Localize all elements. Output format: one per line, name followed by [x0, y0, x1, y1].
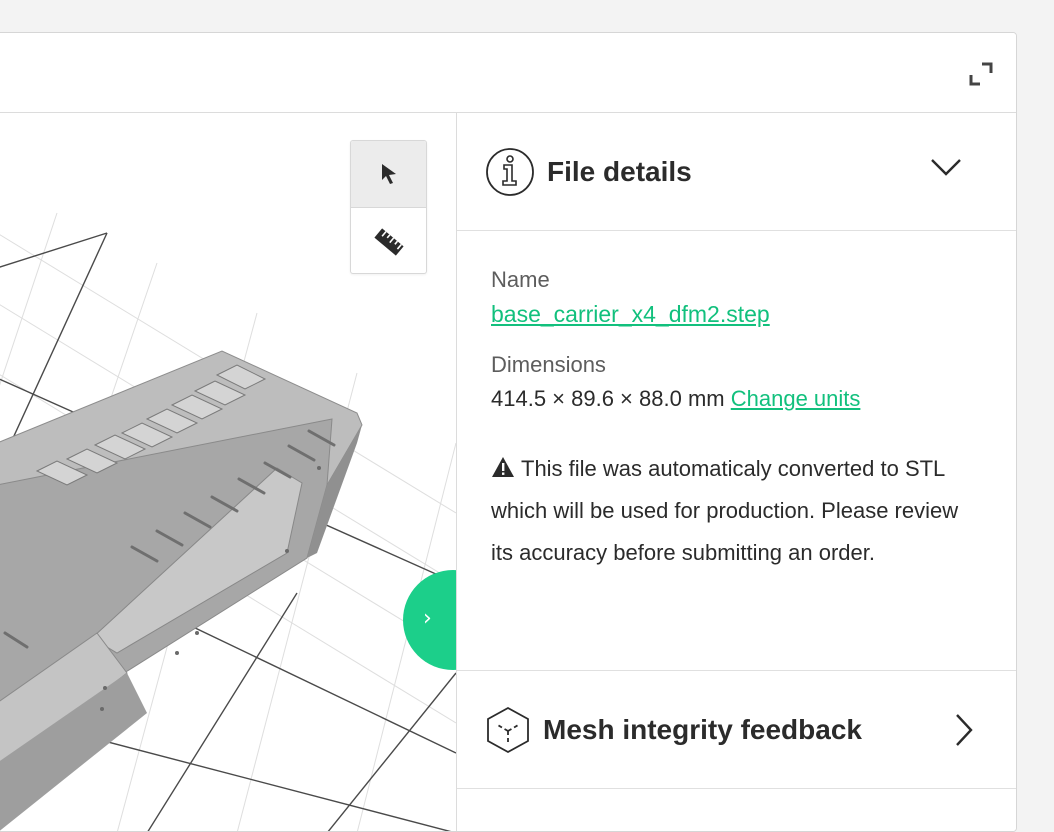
fullscreen-expand-icon[interactable]: [968, 61, 994, 87]
ruler-icon: [373, 227, 404, 256]
name-label: Name: [491, 267, 550, 292]
conversion-warning: This file was automaticaly converted to …: [491, 448, 971, 574]
details-panel: File details Name base_carrier_x4_dfm2.s…: [456, 113, 1016, 831]
info-icon: [486, 147, 534, 196]
mesh-integrity-header[interactable]: Mesh integrity feedback: [457, 671, 1016, 789]
warning-icon: [492, 457, 514, 477]
select-tool-button[interactable]: [351, 141, 426, 208]
chevron-down-icon[interactable]: [930, 157, 962, 177]
cube-icon: [487, 706, 529, 753]
file-details-title: File details: [547, 155, 692, 187]
chevron-right-icon[interactable]: [954, 713, 974, 747]
file-name-link[interactable]: base_carrier_x4_dfm2.step: [491, 301, 770, 328]
chevron-right-icon: ›: [423, 606, 432, 631]
dimensions-row: 414.5 × 89.6 × 88.0 mm Change units: [491, 386, 984, 412]
change-units-link[interactable]: Change units: [731, 386, 861, 412]
warning-text: This file was automaticaly converted to …: [491, 456, 959, 565]
dimensions-value: 414.5 × 89.6 × 88.0 mm: [491, 386, 725, 411]
measure-tool-button[interactable]: [351, 208, 426, 273]
file-details-body: Name base_carrier_x4_dfm2.step Dimension…: [457, 231, 1016, 671]
cursor-arrow-icon: [381, 164, 396, 184]
viewer-frame: › File details Name base_carrier_x4_dfm2…: [0, 32, 1017, 832]
viewer-tool-stack: [350, 140, 427, 274]
3d-viewer[interactable]: [0, 113, 456, 831]
file-details-header[interactable]: File details: [457, 113, 1016, 231]
dimensions-label: Dimensions: [491, 352, 606, 377]
mesh-integrity-title: Mesh integrity feedback: [543, 713, 862, 745]
top-bar: [0, 33, 1016, 113]
